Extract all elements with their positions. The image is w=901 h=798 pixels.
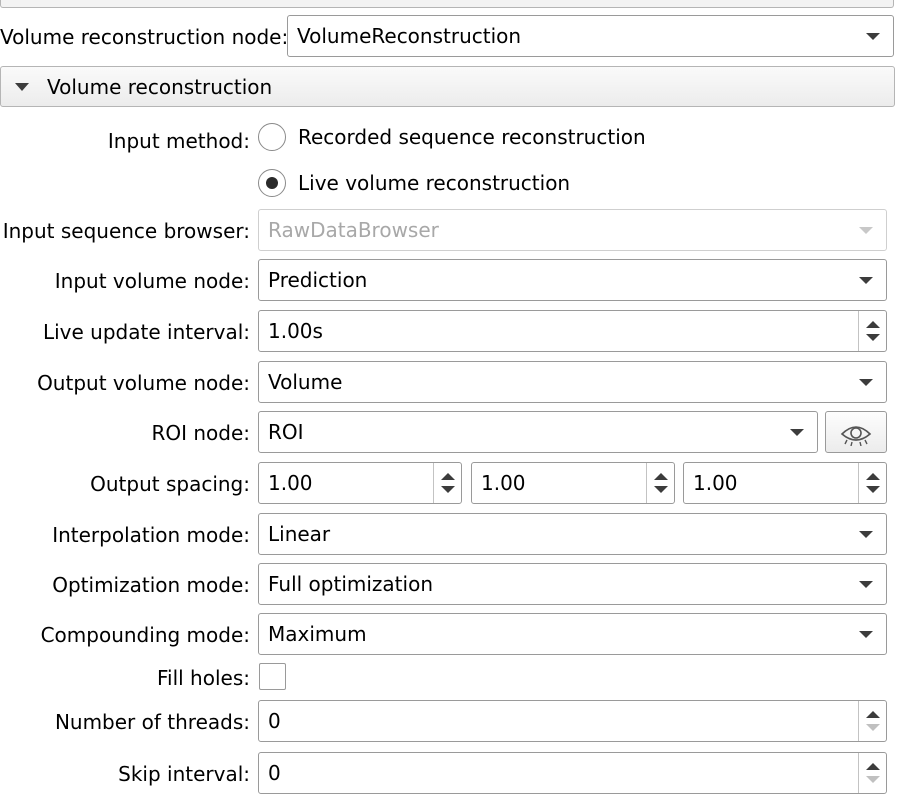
spin-down-icon[interactable] [441, 486, 455, 493]
input-sequence-browser-label: Input sequence browser: [2, 219, 250, 243]
output-volume-node-combo[interactable]: Volume [258, 361, 887, 403]
spin-arrows[interactable] [858, 701, 886, 741]
spin-down-icon[interactable] [866, 486, 880, 493]
volume-reconstruction-node-label: Volume reconstruction node: [0, 25, 289, 49]
spin-down-icon[interactable] [654, 486, 668, 493]
input-volume-node-value: Prediction [268, 268, 368, 292]
interpolation-mode-value: Linear [268, 522, 331, 546]
spin-arrows[interactable] [858, 753, 886, 793]
spin-arrows[interactable] [858, 463, 886, 503]
live-volume-radio[interactable] [258, 169, 286, 197]
output-volume-node-value: Volume [268, 370, 343, 394]
recorded-sequence-radio[interactable] [258, 123, 286, 151]
spin-down-icon[interactable] [866, 334, 880, 341]
spin-up-icon[interactable] [441, 473, 455, 480]
output-spacing-x-spinbox[interactable]: 1.00 [258, 462, 462, 504]
optimization-mode-label: Optimization mode: [52, 573, 250, 597]
spin-down-icon[interactable] [866, 776, 880, 783]
live-update-interval-spinbox[interactable]: 1.00s [258, 310, 887, 352]
fill-holes-checkbox[interactable] [259, 663, 286, 690]
roi-node-value: ROI [268, 420, 304, 444]
spin-up-icon[interactable] [866, 321, 880, 328]
input-sequence-browser-value: RawDataBrowser [268, 218, 439, 242]
spin-up-icon[interactable] [866, 711, 880, 718]
output-spacing-z-spinbox[interactable]: 1.00 [683, 462, 887, 504]
interpolation-mode-label: Interpolation mode: [52, 523, 250, 547]
live-volume-label[interactable]: Live volume reconstruction [298, 171, 570, 195]
number-of-threads-value: 0 [268, 709, 281, 733]
optimization-mode-combo[interactable]: Full optimization [258, 563, 887, 605]
fill-holes-label: Fill holes: [156, 666, 250, 690]
eye-icon [840, 426, 872, 446]
collapse-arrow-icon [15, 83, 29, 91]
output-spacing-x-value: 1.00 [268, 471, 313, 495]
spin-arrows[interactable] [433, 463, 461, 503]
number-of-threads-spinbox[interactable]: 0 [258, 700, 887, 742]
number-of-threads-label: Number of threads: [54, 710, 250, 734]
optimization-mode-value: Full optimization [268, 572, 433, 596]
output-spacing-y-spinbox[interactable]: 1.00 [471, 462, 675, 504]
input-sequence-browser-combo[interactable]: RawDataBrowser [258, 209, 887, 251]
interpolation-mode-combo[interactable]: Linear [258, 513, 887, 555]
skip-interval-value: 0 [268, 761, 281, 785]
output-spacing-z-value: 1.00 [693, 471, 738, 495]
live-update-interval-value: 1.00s [268, 319, 323, 343]
volume-reconstruction-node-value: VolumeReconstruction [297, 24, 522, 48]
top-panel-edge [0, 0, 894, 8]
volume-reconstruction-section-header[interactable]: Volume reconstruction [0, 66, 895, 107]
output-spacing-label: Output spacing: [90, 472, 250, 496]
roi-visibility-button[interactable] [825, 411, 887, 453]
spin-arrows[interactable] [646, 463, 674, 503]
compounding-mode-label: Compounding mode: [40, 623, 250, 647]
recorded-sequence-label[interactable]: Recorded sequence reconstruction [298, 125, 646, 149]
roi-node-label: ROI node: [151, 421, 250, 445]
spin-up-icon[interactable] [866, 763, 880, 770]
output-volume-node-label: Output volume node: [37, 371, 250, 395]
input-volume-node-combo[interactable]: Prediction [258, 259, 887, 301]
spin-down-icon[interactable] [866, 724, 880, 731]
compounding-mode-combo[interactable]: Maximum [258, 613, 887, 655]
skip-interval-spinbox[interactable]: 0 [258, 752, 887, 794]
spin-up-icon[interactable] [654, 473, 668, 480]
spin-arrows[interactable] [858, 311, 886, 351]
section-title: Volume reconstruction [47, 75, 273, 99]
compounding-mode-value: Maximum [268, 622, 367, 646]
spin-up-icon[interactable] [866, 473, 880, 480]
live-update-interval-label: Live update interval: [42, 320, 250, 344]
output-spacing-y-value: 1.00 [481, 471, 526, 495]
input-volume-node-label: Input volume node: [54, 269, 250, 293]
skip-interval-label: Skip interval: [118, 762, 250, 786]
input-method-label: Input method: [107, 129, 250, 153]
volume-reconstruction-node-combo[interactable]: VolumeReconstruction [287, 15, 894, 57]
roi-node-combo[interactable]: ROI [258, 411, 818, 453]
